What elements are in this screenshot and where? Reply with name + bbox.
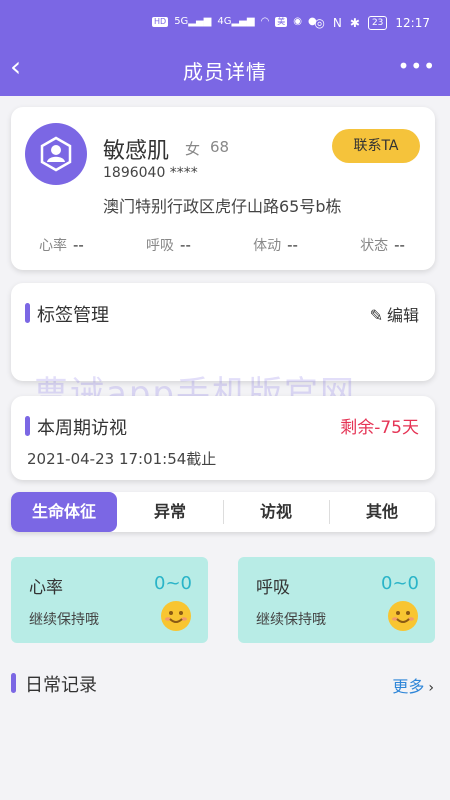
- visit-deadline: 2021-04-23 17:01:54截止: [27, 450, 217, 468]
- tab-abnormal[interactable]: 异常: [117, 492, 223, 532]
- smile-icon: [161, 601, 191, 631]
- more-label: 更多: [392, 677, 425, 696]
- member-gender: 女: [185, 140, 201, 158]
- member-age: 68: [210, 138, 230, 156]
- signal-5g-icon: 5G▂▄▆: [174, 16, 212, 27]
- daily-records-title: 日常记录: [11, 671, 97, 697]
- more-records-link[interactable]: 更多 ›: [392, 673, 434, 697]
- status-bar: HD 5G▂▄▆ 4G▂▄▆ ◠ 美 ◉ ● ◎ N ✱ 23 12:17: [0, 0, 450, 52]
- visit-title: 本周期访视: [25, 414, 127, 440]
- visit-card[interactable]: 本周期访视 剩余-75天 2021-04-23 17:01:54截止: [11, 396, 435, 480]
- pencil-icon: ✎: [369, 306, 383, 325]
- tag-management-card: 标签管理 ✎ 编辑: [11, 283, 435, 381]
- vital-name: 心率: [29, 578, 63, 598]
- stat-state: 状态 --: [360, 236, 405, 254]
- battery-icon: 23: [367, 16, 388, 30]
- app-header: HD 5G▂▄▆ 4G▂▄▆ ◠ 美 ◉ ● ◎ N ✱ 23 12:17 ‹ …: [0, 0, 450, 96]
- chevron-right-icon: ›: [428, 680, 434, 696]
- app-badge-mei: 美: [275, 16, 288, 27]
- visit-remaining: 剩余-75天: [340, 418, 419, 438]
- vital-value: 0~0: [381, 573, 419, 594]
- page-title: 成员详情: [183, 60, 267, 84]
- smile-icon: [388, 601, 418, 631]
- vital-tip: 继续保持哦: [256, 612, 326, 628]
- category-tabs: 生命体征 异常 访视 其他: [11, 492, 435, 532]
- stat-breathing: 呼吸 --: [146, 236, 191, 254]
- member-name: 敏感肌: [103, 139, 170, 164]
- member-phone: 1896040 ****: [103, 165, 198, 181]
- vital-tip: 继续保持哦: [29, 612, 99, 628]
- vital-card-breathing[interactable]: 呼吸 0~0 继续保持哦: [238, 557, 435, 643]
- bluetooth-icon: ✱: [349, 16, 360, 30]
- hd-badge: HD: [152, 16, 169, 27]
- status-time: 12:17: [395, 16, 430, 30]
- contact-button[interactable]: 联系TA: [332, 129, 420, 163]
- member-address: 澳门特别行政区虎仔山路65号b栋: [103, 197, 342, 216]
- tab-vital-signs[interactable]: 生命体征: [11, 492, 117, 532]
- stat-heart-rate: 心率 --: [39, 236, 84, 254]
- signal-4g-icon: 4G▂▄▆: [217, 16, 255, 27]
- edit-tags-button[interactable]: ✎ 编辑: [370, 302, 419, 326]
- wifi-icon: ◠: [260, 16, 270, 27]
- avatar: [25, 123, 87, 185]
- more-button[interactable]: •••: [398, 54, 436, 78]
- tab-other[interactable]: 其他: [329, 492, 435, 532]
- tab-visits[interactable]: 访视: [223, 492, 329, 532]
- vital-value: 0~0: [154, 573, 192, 594]
- wechat-icon: ◉: [293, 16, 303, 27]
- nfc-icon: N: [332, 16, 342, 30]
- vital-name: 呼吸: [256, 578, 290, 598]
- stat-movement: 体动 --: [253, 236, 298, 254]
- more-dots-icon: •••: [397, 54, 436, 78]
- stats-row: 心率 -- 呼吸 -- 体动 -- 状态 --: [11, 235, 435, 255]
- profile-card: 敏感肌 女 68 1896040 **** 澳门特别行政区虎仔山路65号b栋 联…: [11, 107, 435, 270]
- tag-management-title: 标签管理: [25, 301, 109, 327]
- status-indicators: HD 5G▂▄▆ 4G▂▄▆ ◠ 美 ◉ ●: [152, 16, 317, 27]
- edit-label: 编辑: [386, 306, 419, 325]
- user-hexagon-icon: [40, 136, 72, 172]
- vital-card-heart-rate[interactable]: 心率 0~0 继续保持哦: [11, 557, 208, 643]
- status-right: ◎ N ✱ 23 12:17: [314, 16, 430, 30]
- eye-icon: ◎: [314, 16, 325, 30]
